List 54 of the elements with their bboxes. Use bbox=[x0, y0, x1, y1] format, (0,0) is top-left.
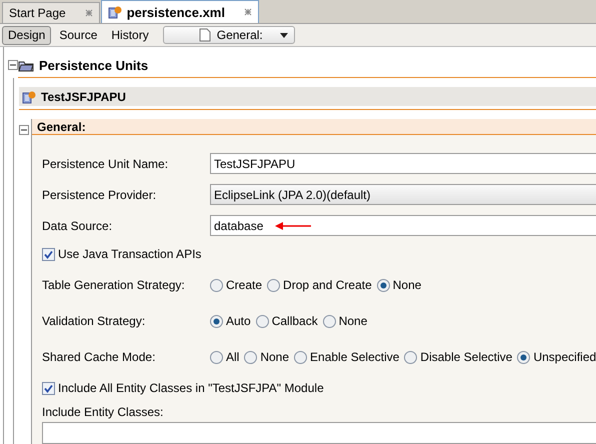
radio-option[interactable]: Callback bbox=[256, 314, 318, 328]
radio-option[interactable]: Enable Selective bbox=[294, 350, 400, 364]
checkbox-icon[interactable] bbox=[42, 248, 55, 260]
checkbox[interactable]: Include All Entity Classes in "TestJSFJPA" Module bbox=[42, 381, 324, 395]
section-title: General: bbox=[37, 120, 86, 134]
radio-option[interactable]: Drop and Create bbox=[267, 278, 372, 292]
radio-option[interactable]: None bbox=[244, 350, 290, 364]
checkbox[interactable]: Use Java Transaction APIs bbox=[42, 247, 202, 261]
view-button[interactable]: Design bbox=[2, 26, 52, 44]
document-icon bbox=[198, 28, 211, 42]
checkbox-icon[interactable] bbox=[42, 382, 55, 394]
entity-class-list[interactable] bbox=[42, 422, 596, 444]
section-dropdown[interactable]: General: bbox=[162, 26, 295, 44]
field-label: Include Entity Classes: bbox=[42, 405, 164, 419]
collapse-icon[interactable] bbox=[8, 60, 18, 70]
field-label: Shared Cache Mode: bbox=[42, 350, 156, 364]
field-label: Data Source: bbox=[42, 218, 114, 232]
radio-option[interactable]: Disable Selective bbox=[404, 350, 512, 364]
radio-option[interactable]: None bbox=[376, 278, 422, 292]
radio-icon[interactable] bbox=[210, 278, 223, 292]
caret-icon bbox=[280, 32, 288, 38]
radio-icon[interactable] bbox=[210, 314, 223, 328]
field-label: Table Generation Strategy: bbox=[42, 278, 186, 292]
close-icon[interactable] bbox=[244, 8, 252, 16]
field-label: Persistence Provider: bbox=[42, 188, 158, 202]
view-button[interactable]: History bbox=[105, 26, 155, 44]
arrow-icon bbox=[275, 222, 312, 230]
folder-icon bbox=[18, 58, 34, 72]
radio-option[interactable]: None bbox=[322, 314, 368, 328]
provider-dropdown[interactable]: EclipseLink (JPA 2.0)(default) bbox=[210, 184, 596, 205]
radio-icon[interactable] bbox=[376, 278, 390, 292]
text-field[interactable]: TestJSFJPAPU bbox=[210, 153, 596, 174]
radio-icon[interactable] bbox=[322, 314, 336, 328]
close-icon[interactable] bbox=[84, 9, 93, 17]
section-title: Persistence Units bbox=[39, 58, 148, 72]
field-label: Validation Strategy: bbox=[42, 314, 146, 328]
editor-tab[interactable]: Start Page bbox=[2, 2, 100, 23]
radio-icon[interactable] bbox=[404, 350, 418, 364]
radio-icon[interactable] bbox=[517, 350, 530, 364]
radio-icon[interactable] bbox=[210, 350, 223, 364]
editor-tab[interactable]: persistence.xml bbox=[100, 0, 259, 23]
collapse-icon[interactable] bbox=[19, 125, 29, 135]
radio-icon[interactable] bbox=[294, 350, 308, 364]
radio-icon[interactable] bbox=[256, 314, 269, 328]
radio-option[interactable]: All bbox=[210, 350, 240, 364]
view-button[interactable]: Source bbox=[53, 26, 104, 44]
radio-icon[interactable] bbox=[267, 278, 280, 292]
radio-option[interactable]: Unspecified bbox=[517, 350, 596, 364]
radio-icon[interactable] bbox=[244, 350, 258, 364]
unit-name: TestJSFJPAPU bbox=[41, 90, 126, 104]
field-label: Persistence Unit Name: bbox=[42, 156, 170, 170]
radio-option[interactable]: Auto bbox=[210, 314, 251, 328]
radio-option[interactable]: Create bbox=[210, 278, 262, 292]
text-field[interactable]: database bbox=[210, 215, 596, 236]
